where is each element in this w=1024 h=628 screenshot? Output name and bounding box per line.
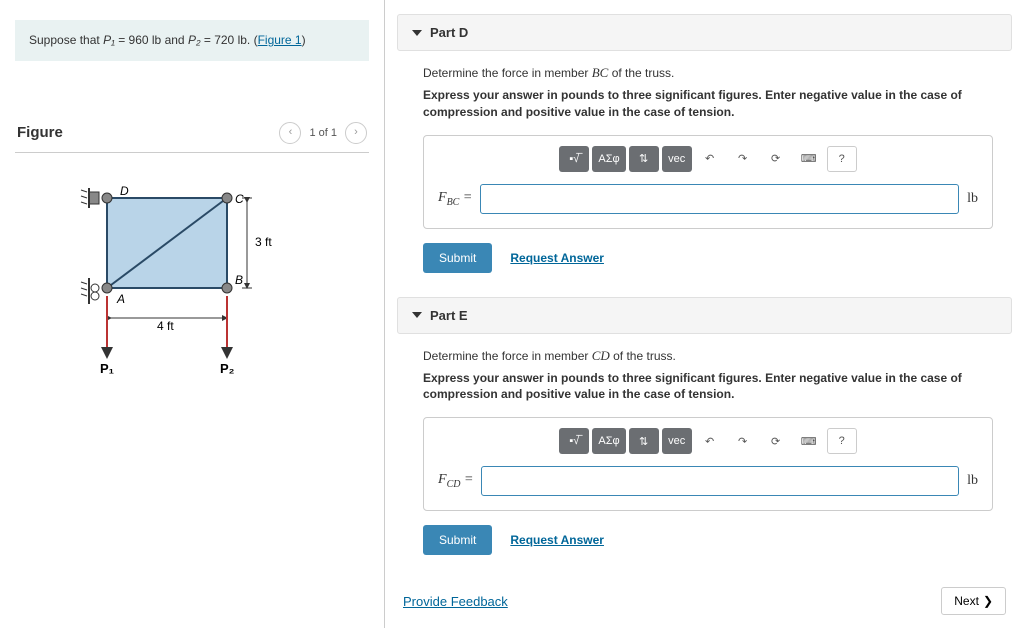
keyboard-icon[interactable]: ⌨ (794, 428, 824, 454)
fcd-label: FCD = (438, 472, 473, 490)
reset-icon[interactable]: ⟳ (761, 428, 791, 454)
part-e-submit-button[interactable]: Submit (423, 525, 492, 555)
pager-text: 1 of 1 (309, 127, 337, 139)
caret-down-icon (412, 30, 422, 36)
pager-next-button[interactable]: › (345, 122, 367, 144)
symbols-icon[interactable]: ΑΣφ (592, 146, 625, 172)
svg-text:P₂: P₂ (220, 361, 235, 376)
svg-text:A: A (116, 292, 125, 306)
svg-text:B: B (235, 273, 243, 287)
part-e-header[interactable]: Part E (397, 297, 1012, 334)
template-icon[interactable]: ▪√̅ (559, 146, 589, 172)
svg-text:4 ft: 4 ft (157, 319, 174, 333)
sort-icon[interactable]: ⇅ (629, 428, 659, 454)
part-d-input-panel: ▪√̅ ΑΣφ ⇅ vec ↶ ↷ ⟳ ⌨ ? FBC = lb (423, 135, 993, 229)
svg-text:D: D (120, 184, 129, 198)
fcd-input[interactable] (481, 466, 959, 496)
part-d-desc: Determine the force in member BC of the … (423, 65, 992, 81)
figure-pager: ‹ 1 of 1 › (279, 122, 367, 144)
svg-text:3 ft: 3 ft (255, 235, 272, 249)
figure-link[interactable]: Figure 1 (258, 33, 302, 47)
vec-button[interactable]: vec (662, 146, 692, 172)
pager-prev-button[interactable]: ‹ (279, 122, 301, 144)
figure-title: Figure (17, 124, 63, 141)
vec-button[interactable]: vec (662, 428, 692, 454)
truss-figure: D C A B 3 ft 4 ft P₁ P₂ (67, 178, 317, 398)
undo-icon[interactable]: ↶ (695, 146, 725, 172)
part-e-desc: Determine the force in member CD of the … (423, 348, 992, 364)
part-d-title: Part D (430, 25, 468, 40)
undo-icon[interactable]: ↶ (695, 428, 725, 454)
fbc-input[interactable] (480, 184, 959, 214)
redo-icon[interactable]: ↷ (728, 428, 758, 454)
problem-statement: Suppose that P₁ = 960 lb and P₂ = 720 lb… (15, 20, 369, 61)
fcd-unit: lb (967, 473, 978, 489)
part-e-title: Part E (430, 308, 468, 323)
part-e-input-panel: ▪√̅ ΑΣφ ⇅ vec ↶ ↷ ⟳ ⌨ ? FCD = lb (423, 417, 993, 511)
part-e-inst: Express your answer in pounds to three s… (423, 370, 992, 404)
help-icon[interactable]: ? (827, 428, 857, 454)
provide-feedback-link[interactable]: Provide Feedback (403, 594, 508, 609)
part-d-block: Part D Determine the force in member BC … (397, 14, 1012, 283)
part-d-inst: Express your answer in pounds to three s… (423, 87, 992, 121)
next-button[interactable]: Next❯ (941, 587, 1006, 615)
part-e-request-answer[interactable]: Request Answer (510, 533, 604, 547)
svg-text:P₁: P₁ (100, 361, 114, 376)
symbols-icon[interactable]: ΑΣφ (592, 428, 625, 454)
fbc-unit: lb (967, 191, 978, 207)
caret-down-icon (412, 312, 422, 318)
part-d-request-answer[interactable]: Request Answer (510, 251, 604, 265)
svg-text:C: C (235, 192, 244, 206)
keyboard-icon[interactable]: ⌨ (794, 146, 824, 172)
help-icon[interactable]: ? (827, 146, 857, 172)
sort-icon[interactable]: ⇅ (629, 146, 659, 172)
part-e-block: Part E Determine the force in member CD … (397, 297, 1012, 566)
part-d-header[interactable]: Part D (397, 14, 1012, 51)
chevron-right-icon: ❯ (983, 594, 993, 608)
template-icon[interactable]: ▪√̅ (559, 428, 589, 454)
reset-icon[interactable]: ⟳ (761, 146, 791, 172)
fbc-label: FBC = (438, 190, 472, 208)
part-d-submit-button[interactable]: Submit (423, 243, 492, 273)
redo-icon[interactable]: ↷ (728, 146, 758, 172)
